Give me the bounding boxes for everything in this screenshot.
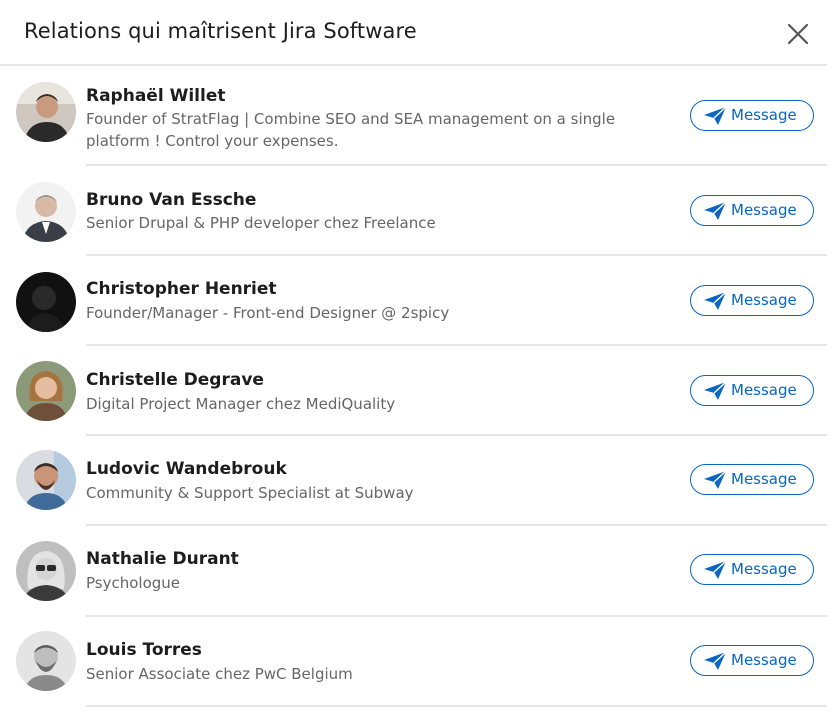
modal-header: Relations qui maîtrisent Jira Software [0,0,827,66]
person-headline: Digital Project Manager chez MediQuality [86,395,396,413]
message-button[interactable]: Message [690,464,814,495]
person-headline: Senior Associate chez PwC Belgium [86,665,353,683]
message-button[interactable]: Message [690,375,814,406]
avatar[interactable] [16,541,76,601]
send-icon [704,380,727,400]
modal-title: Relations qui maîtrisent Jira Software [24,19,417,43]
send-icon [704,469,727,489]
avatar[interactable] [16,82,76,142]
person-name[interactable]: Raphaël Willet [86,86,225,106]
avatar[interactable] [16,361,76,421]
message-button[interactable]: Message [690,100,814,131]
list-item: Bruno Van Essche Senior Drupal & PHP dev… [0,166,827,256]
list-item: Raphaël Willet Founder of StratFlag | Co… [0,66,827,166]
list-item: Louis Torres Senior Associate chez PwC B… [0,617,827,707]
avatar[interactable] [16,182,76,242]
message-button-label: Message [731,560,797,578]
person-headline: Psychologue [86,574,181,592]
message-button-label: Message [731,470,797,488]
person-name[interactable]: Nathalie Durant [86,549,239,569]
send-icon [704,559,727,579]
list-item: Nathalie Durant Psychologue Message [0,526,827,617]
person-headline: Community & Support Specialist at Subway [86,484,414,502]
message-button-label: Message [731,201,797,219]
person-headline: Founder of StratFlag | Combine SEO and S… [86,110,616,150]
list-item: Ludovic Wandebrouk Community & Support S… [0,436,827,526]
message-button-label: Message [731,291,797,309]
person-name[interactable]: Ludovic Wandebrouk [86,459,287,479]
avatar[interactable] [16,450,76,510]
person-name[interactable]: Bruno Van Essche [86,190,256,210]
message-button[interactable]: Message [690,285,814,316]
message-button-label: Message [731,381,797,399]
person-name[interactable]: Christelle Degrave [86,370,264,390]
message-button-label: Message [731,106,797,124]
send-icon [704,290,727,310]
message-button[interactable]: Message [690,195,814,226]
person-name[interactable]: Christopher Henriet [86,279,277,299]
message-button-label: Message [731,651,797,669]
close-icon[interactable] [784,20,812,48]
person-headline: Founder/Manager - Front-end Designer @ 2… [86,304,450,322]
list-item: Christopher Henriet Founder/Manager - Fr… [0,256,827,346]
send-icon [704,650,727,670]
message-button[interactable]: Message [690,645,814,676]
person-headline: Senior Drupal & PHP developer chez Freel… [86,214,436,232]
send-icon [704,105,727,125]
list-item: Christelle Degrave Digital Project Manag… [0,346,827,436]
message-button[interactable]: Message [690,554,814,585]
avatar[interactable] [16,272,76,332]
divider [86,705,827,707]
connections-modal: Relations qui maîtrisent Jira Software R… [0,0,827,713]
send-icon [704,200,727,220]
person-name[interactable]: Louis Torres [86,640,202,660]
avatar[interactable] [16,631,76,691]
